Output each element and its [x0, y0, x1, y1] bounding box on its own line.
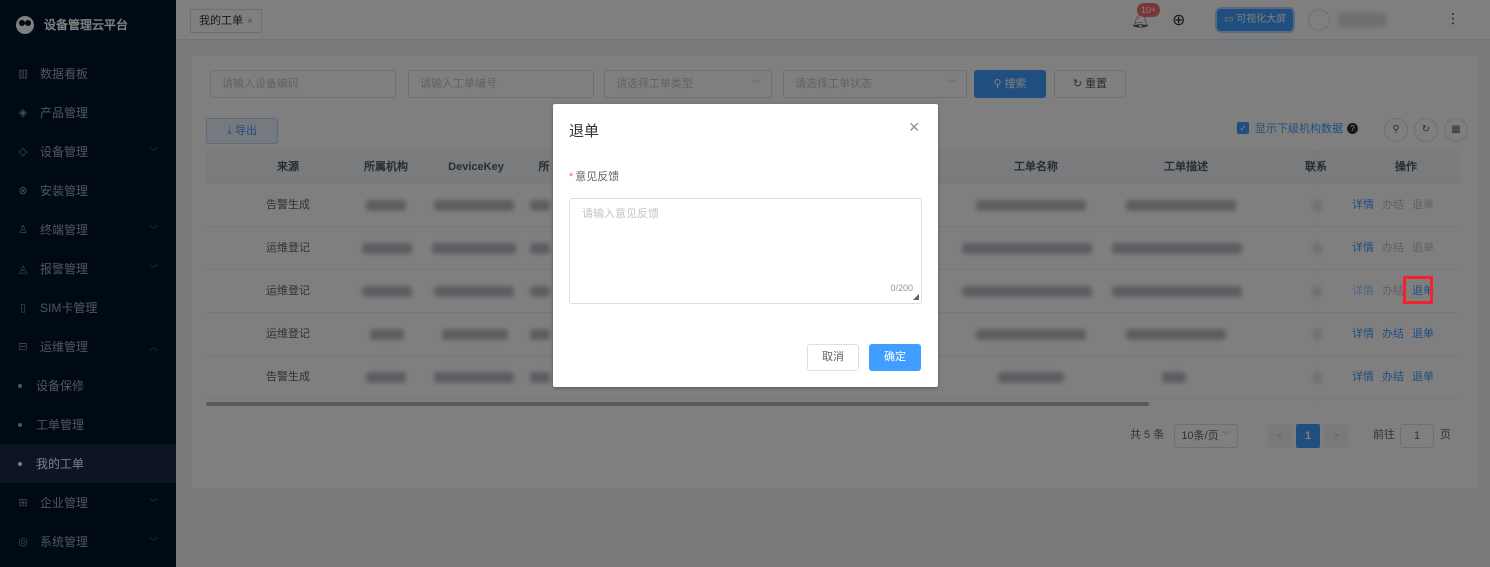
highlight-box [1403, 276, 1433, 304]
cancel-button[interactable]: 取消 [807, 344, 859, 371]
confirm-button[interactable]: 确定 [869, 344, 921, 371]
char-counter: 0/200 [890, 283, 913, 293]
feedback-label: * 意见反馈 [569, 171, 620, 183]
required-mark: * [569, 171, 574, 183]
return-order-dialog: 退单 ✕ * 意见反馈 请输入意见反馈 0/200 ◢ 取消 确定 [553, 104, 938, 387]
feedback-textarea[interactable]: 请输入意见反馈 0/200 ◢ [569, 198, 922, 304]
resize-handle-icon[interactable]: ◢ [913, 292, 919, 301]
feedback-placeholder: 请输入意见反馈 [582, 208, 659, 220]
dialog-title: 退单 [569, 123, 600, 140]
close-icon[interactable]: ✕ [908, 119, 920, 136]
